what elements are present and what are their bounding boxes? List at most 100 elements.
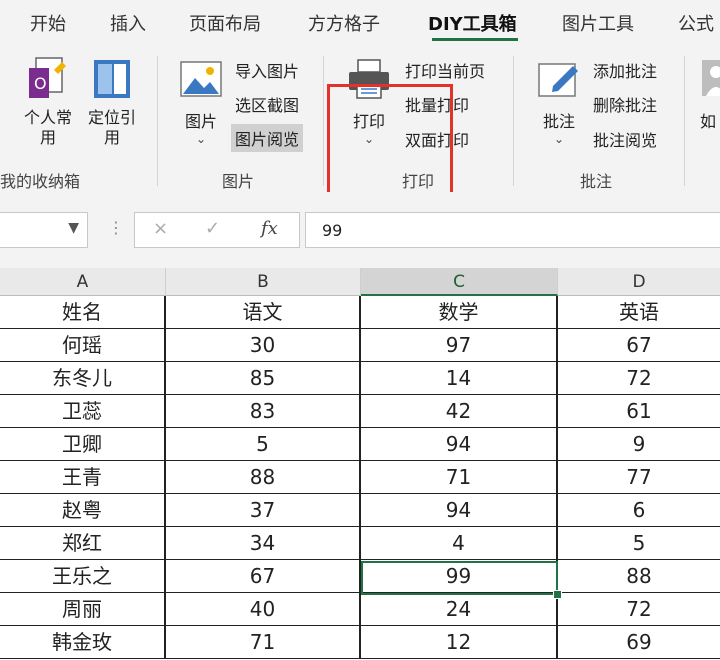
column-header-a[interactable]: A [0, 268, 166, 296]
comment-edit-icon [535, 56, 583, 104]
table-cell[interactable]: 9 [558, 428, 720, 461]
table-cell[interactable]: 韩金玫 [0, 626, 166, 659]
table-cell[interactable]: 12 [361, 626, 558, 659]
group-separator [684, 56, 685, 186]
column-header-b[interactable]: B [166, 268, 361, 296]
tab-insert[interactable]: 插入 [110, 10, 146, 36]
table-cell[interactable]: 83 [166, 395, 361, 428]
table-cell[interactable]: 14 [361, 362, 558, 395]
table-cell[interactable]: 97 [361, 329, 558, 362]
ribbon: O 个人常 用 定位引 用 我的收纳箱 图片 ⌄ 导入图片 选区截图 图片阅览 … [0, 42, 720, 210]
name-box[interactable]: ▼ [0, 212, 88, 248]
vertical-dots-icon[interactable]: ⋮ [108, 218, 124, 237]
group-separator [323, 56, 324, 186]
chevron-down-icon: ⌄ [553, 132, 565, 146]
table-cell[interactable]: 40 [166, 593, 361, 626]
table-cell[interactable]: 72 [558, 362, 720, 395]
cancel-icon[interactable]: × [153, 218, 168, 239]
table-cell[interactable]: 4 [361, 527, 558, 560]
table-cell[interactable]: 6 [558, 494, 720, 527]
cutoff-ribbon-button[interactable]: 如 [700, 56, 720, 132]
table-cell[interactable]: 30 [166, 329, 361, 362]
picture-viewer-button[interactable]: 图片阅览 [231, 124, 304, 152]
table-cell[interactable]: 61 [558, 395, 720, 428]
tab-page-layout[interactable]: 页面布局 [189, 10, 261, 36]
group-label-print: 打印 [402, 172, 435, 191]
table-cell[interactable]: 67 [558, 329, 720, 362]
tab-picture-tools[interactable]: 图片工具 [562, 10, 634, 36]
column-header-d[interactable]: D [558, 268, 720, 296]
table-cell[interactable]: 卫卿 [0, 428, 166, 461]
chevron-down-icon: ⌄ [195, 132, 207, 146]
table-cell[interactable]: 24 [361, 593, 558, 626]
picture-button[interactable]: 图片 ⌄ [172, 56, 230, 146]
person-icon [700, 56, 720, 104]
comment-viewer-button[interactable]: 批注阅览 [593, 127, 657, 151]
group-separator [513, 56, 514, 186]
ribbon-tab-bar: 开始 插入 页面布局 方方格子 DIY工具箱 图片工具 公式 [0, 0, 720, 42]
table-cell[interactable]: 赵粤 [0, 494, 166, 527]
table-header-cell[interactable]: 数学 [361, 296, 558, 329]
table-header-cell[interactable]: 英语 [558, 296, 720, 329]
print-current-page-button[interactable]: 打印当前页 [405, 58, 485, 82]
table-cell[interactable]: 王青 [0, 461, 166, 494]
table-cell[interactable]: 34 [166, 527, 361, 560]
active-tab-underline [432, 38, 518, 41]
tab-diy-toolbox[interactable]: DIY工具箱 [428, 10, 517, 36]
insert-function-icon[interactable]: fx [261, 218, 278, 239]
formula-input[interactable]: 99 [305, 212, 720, 248]
column-header-c[interactable]: C [361, 268, 558, 296]
table-cell[interactable]: 郑红 [0, 527, 166, 560]
table-cell[interactable]: 72 [558, 593, 720, 626]
table-header-cell[interactable]: 语文 [166, 296, 361, 329]
table-cell[interactable]: 周丽 [0, 593, 166, 626]
group-label-collection: 我的收纳箱 [0, 172, 81, 191]
table-cell[interactable]: 71 [166, 626, 361, 659]
table-cell[interactable]: 东冬儿 [0, 362, 166, 395]
personal-icon: O [26, 56, 70, 104]
table-cell[interactable]: 71 [361, 461, 558, 494]
table-header-cell[interactable]: 姓名 [0, 296, 166, 329]
batch-print-button[interactable]: 批量打印 [405, 92, 469, 116]
tab-home[interactable]: 开始 [30, 10, 66, 36]
table-cell[interactable]: 94 [361, 428, 558, 461]
table-cell[interactable]: 42 [361, 395, 558, 428]
group-separator [157, 56, 158, 186]
tab-formulas[interactable]: 公式 [678, 10, 714, 36]
chevron-down-icon: ⌄ [363, 132, 375, 146]
duplex-print-button[interactable]: 双面打印 [405, 127, 469, 151]
table-cell[interactable]: 85 [166, 362, 361, 395]
region-screenshot-button[interactable]: 选区截图 [235, 92, 299, 116]
table-cell[interactable]: 69 [558, 626, 720, 659]
table-cell[interactable]: 5 [558, 527, 720, 560]
table-cell[interactable]: 何瑶 [0, 329, 166, 362]
print-button[interactable]: 打印 ⌄ [340, 56, 398, 146]
locate-icon [90, 56, 134, 104]
picture-icon [177, 56, 225, 104]
group-label-comment: 批注 [580, 172, 613, 191]
table-cell[interactable]: 67 [166, 560, 361, 593]
table-cell[interactable]: 5 [166, 428, 361, 461]
formula-buttons: × ✓ fx [134, 212, 300, 248]
delete-comment-button[interactable]: 删除批注 [593, 92, 657, 116]
group-label-picture: 图片 [222, 172, 255, 191]
import-picture-button[interactable]: 导入图片 [235, 58, 299, 82]
table-cell[interactable]: 卫蕊 [0, 395, 166, 428]
table-cell[interactable]: 99 [361, 560, 558, 593]
add-comment-button[interactable]: 添加批注 [593, 58, 657, 82]
table-cell[interactable]: 77 [558, 461, 720, 494]
personal-common-button[interactable]: O 个人常 用 [18, 56, 78, 148]
table-cell[interactable]: 88 [558, 560, 720, 593]
formula-bar: ▼ ⋮ × ✓ fx 99 [0, 192, 720, 268]
table-cell[interactable]: 王乐之 [0, 560, 166, 593]
enter-check-icon[interactable]: ✓ [205, 218, 220, 239]
locate-reference-button[interactable]: 定位引 用 [84, 56, 140, 148]
chevron-down-icon[interactable]: ▼ [68, 220, 79, 236]
table-cell[interactable]: 88 [166, 461, 361, 494]
fill-handle[interactable] [553, 590, 562, 599]
tab-fangfang[interactable]: 方方格子 [308, 10, 380, 36]
svg-text:O: O [34, 74, 47, 93]
table-cell[interactable]: 37 [166, 494, 361, 527]
comment-button[interactable]: 批注 ⌄ [530, 56, 588, 146]
table-cell[interactable]: 94 [361, 494, 558, 527]
